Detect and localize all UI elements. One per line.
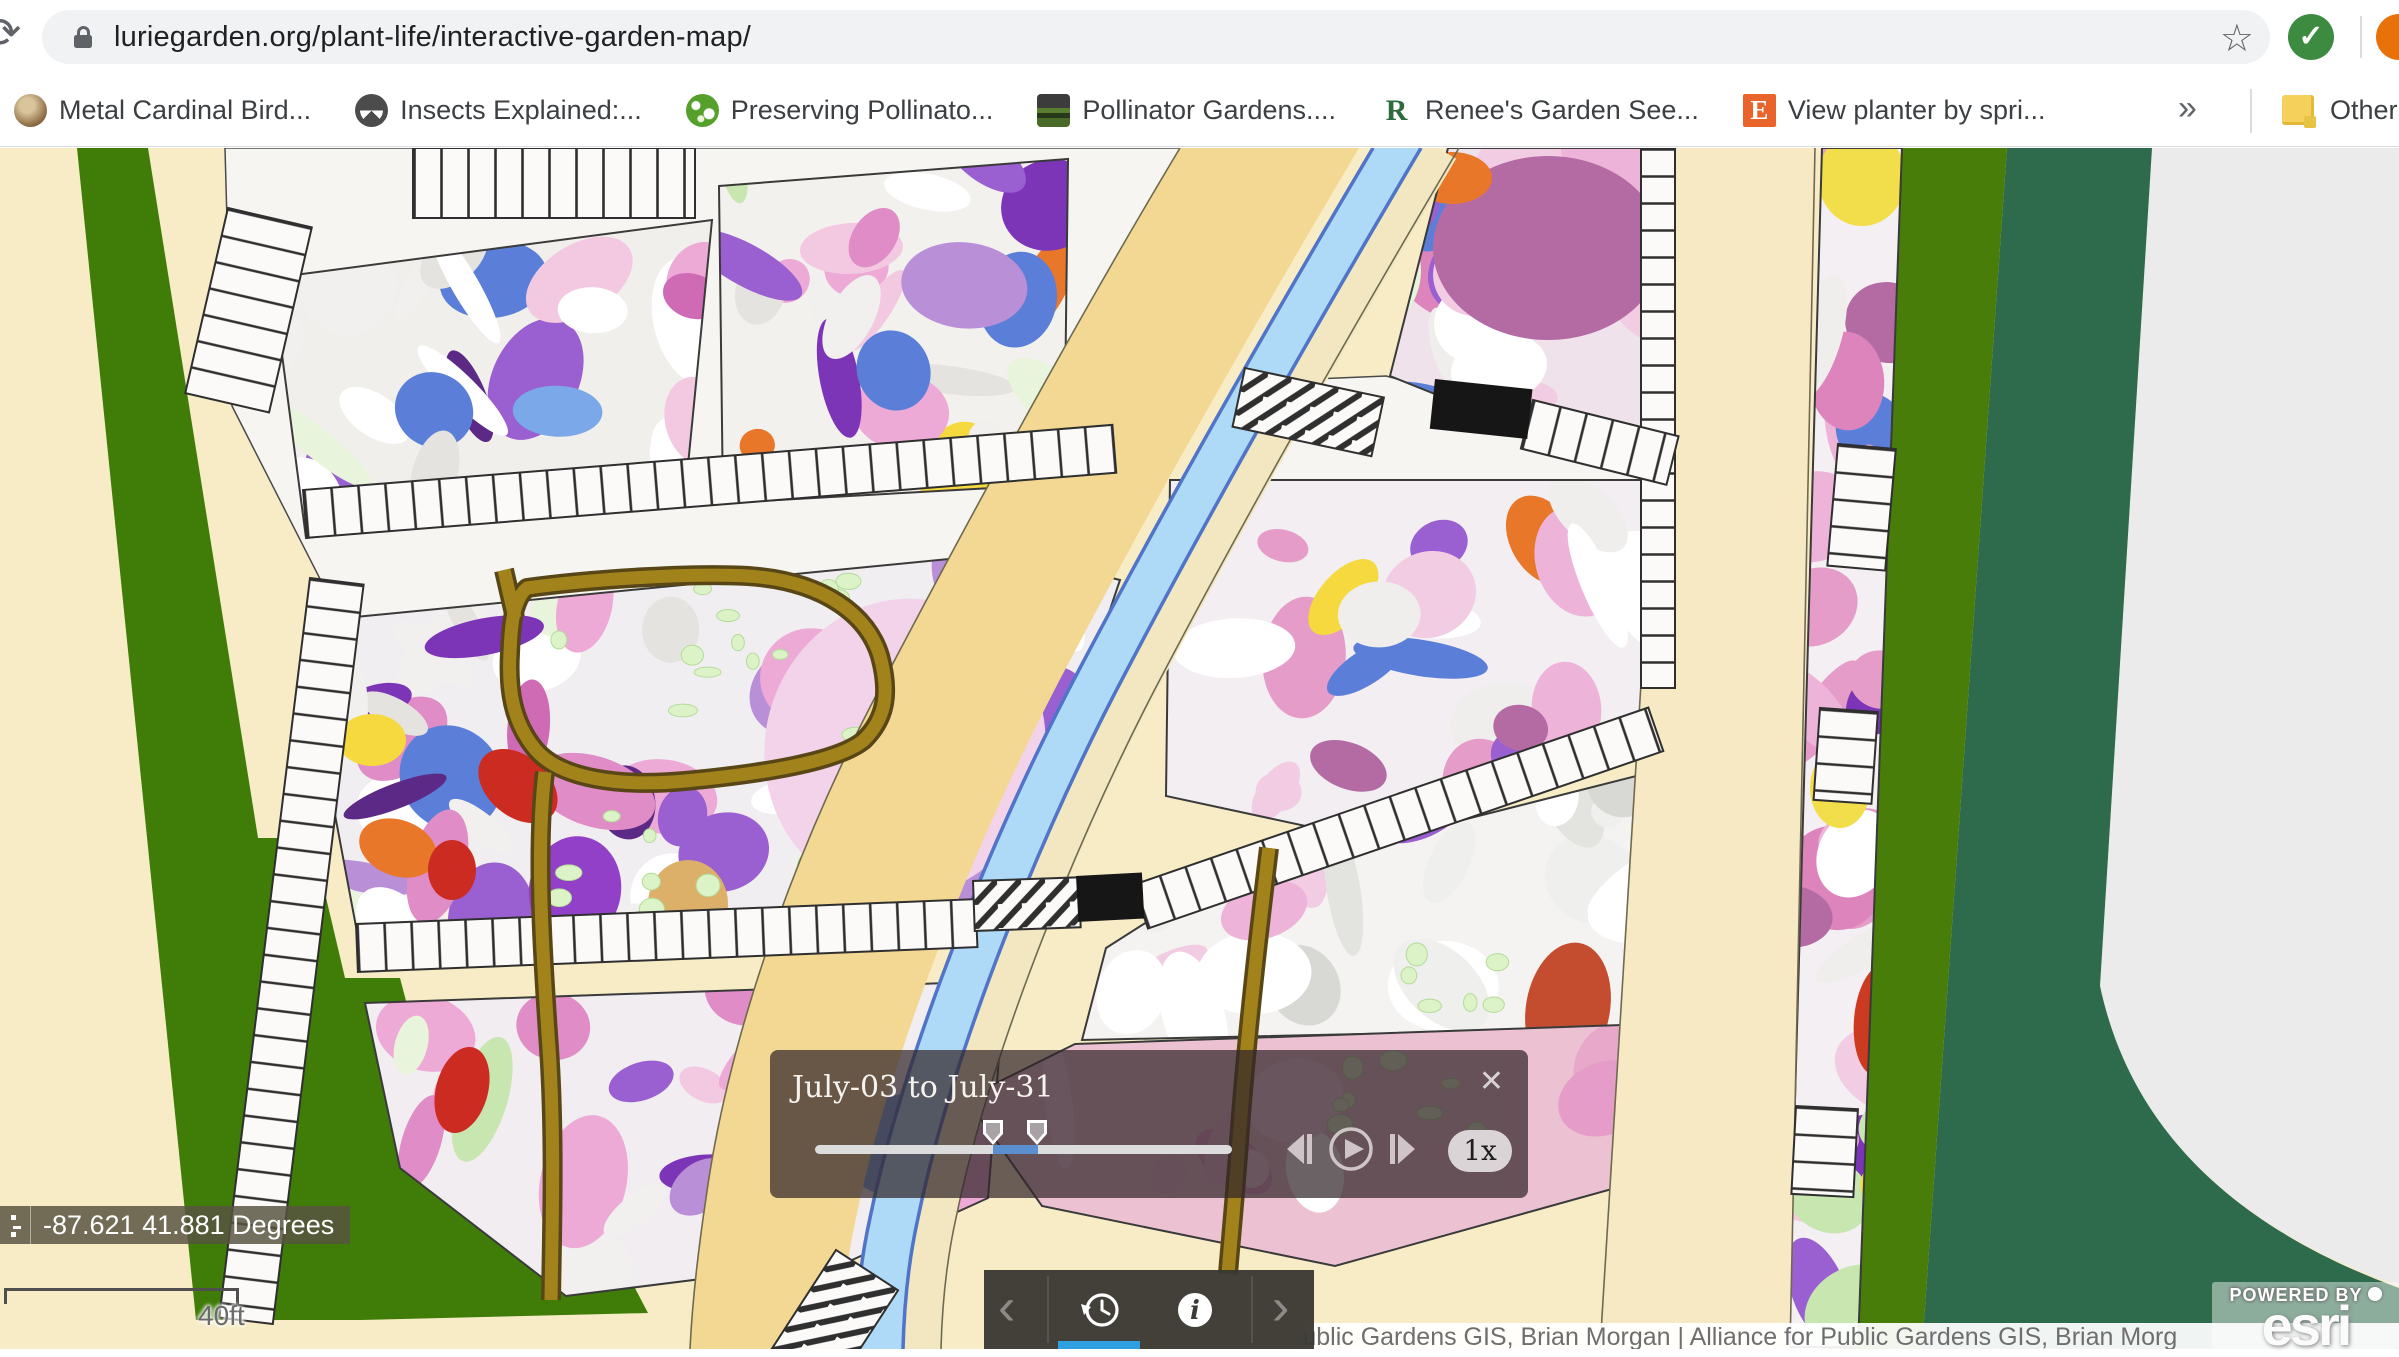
step-back-button[interactable] xyxy=(1287,1134,1312,1164)
time-history-icon[interactable] xyxy=(1078,1288,1122,1332)
playback-speed-button[interactable]: 1x xyxy=(1448,1130,1512,1172)
bookmark-item[interactable]: Pollinator Gardens.... xyxy=(1037,94,1336,127)
bookmark-item[interactable]: E View planter by spri... xyxy=(1743,94,2046,127)
time-slider-selected-range xyxy=(993,1145,1038,1154)
extension-check-icon[interactable]: ✓ xyxy=(2288,14,2334,60)
bookmark-star-icon[interactable]: ☆ xyxy=(2220,16,2254,61)
bookmark-label: Metal Cardinal Bird... xyxy=(59,95,311,126)
time-slider-handle-start[interactable] xyxy=(983,1120,1003,1145)
coordinates-icon[interactable] xyxy=(0,1206,31,1244)
bookmark-label: Insects Explained:... xyxy=(400,95,642,126)
other-bookmarks[interactable]: Other bookmarks xyxy=(2330,75,2399,146)
info-icon[interactable]: i xyxy=(1173,1288,1217,1332)
extension-orange-icon[interactable] xyxy=(2376,14,2399,60)
close-icon[interactable]: ✕ xyxy=(1479,1064,1504,1099)
widget-toolbar: ‹ i › xyxy=(984,1270,1314,1349)
bookmark-item[interactable]: R Renee's Garden See... xyxy=(1380,94,1699,127)
bookmark-item[interactable]: Insects Explained:... xyxy=(355,94,642,127)
address-bar[interactable]: luriegarden.org/plant-life/interactive-g… xyxy=(42,10,2270,64)
esri-badge: POWERED BY esri xyxy=(2212,1282,2399,1349)
bookmark-label: View planter by spri... xyxy=(1788,95,2046,126)
bookmark-item[interactable]: Preserving Pollinato... xyxy=(686,94,994,127)
bookmarks-bar: Metal Cardinal Bird... Insects Explained… xyxy=(0,75,2399,147)
bookmarks-divider xyxy=(2250,89,2252,133)
reload-icon[interactable]: ⟳ xyxy=(0,8,21,57)
time-range-label: July-03 to July-31 xyxy=(792,1070,1054,1105)
scale-label: 40ft xyxy=(198,1300,245,1332)
folder-icon xyxy=(2282,95,2314,125)
toolbar-divider xyxy=(1047,1276,1049,1343)
letter-e-icon: E xyxy=(1743,94,1776,127)
url-text[interactable]: luriegarden.org/plant-life/interactive-g… xyxy=(114,21,751,54)
time-slider-track[interactable] xyxy=(815,1145,1232,1154)
coordinates-readout: -87.621 41.881 Degrees xyxy=(0,1206,350,1244)
toolbar-divider xyxy=(1251,1276,1253,1343)
globe-green-icon xyxy=(686,94,719,127)
svg-text:i: i xyxy=(1190,1296,1200,1326)
address-bar-row: ⟳ luriegarden.org/plant-life/interactive… xyxy=(0,0,2399,75)
bookmark-favicon xyxy=(14,94,47,127)
lock-icon[interactable] xyxy=(70,24,96,50)
attribution-text: Esri | Alliance for Public Gardens GIS, … xyxy=(1305,1323,2177,1349)
toolbar-divider xyxy=(2360,16,2362,58)
bookmarks-overflow-chevron[interactable]: » xyxy=(2178,75,2197,146)
active-tab-indicator xyxy=(1058,1341,1140,1349)
globe-icon xyxy=(355,94,388,127)
browser-chrome: ⟳ luriegarden.org/plant-life/interactive… xyxy=(0,0,2399,147)
time-slider-panel: July-03 to July-31 ✕ 1x xyxy=(770,1050,1528,1198)
bookmark-label: Renee's Garden See... xyxy=(1425,95,1699,126)
toolbar-prev-chevron[interactable]: ‹ xyxy=(998,1270,1015,1349)
letter-r-icon: R xyxy=(1380,94,1413,127)
toolbar-next-chevron[interactable]: › xyxy=(1272,1270,1289,1349)
time-slider-handle-end[interactable] xyxy=(1027,1120,1047,1145)
bookmark-favicon xyxy=(1037,94,1070,127)
esri-logo: esri xyxy=(2212,1306,2399,1346)
bookmark-label: Pollinator Gardens.... xyxy=(1082,95,1336,126)
bookmark-item[interactable]: Metal Cardinal Bird... xyxy=(14,94,311,127)
globe-dot-icon xyxy=(2368,1287,2382,1301)
step-forward-button[interactable] xyxy=(1390,1134,1415,1164)
coordinates-text: -87.621 41.881 Degrees xyxy=(31,1210,350,1241)
play-button[interactable] xyxy=(1331,1129,1371,1169)
bookmark-label: Preserving Pollinato... xyxy=(731,95,994,126)
